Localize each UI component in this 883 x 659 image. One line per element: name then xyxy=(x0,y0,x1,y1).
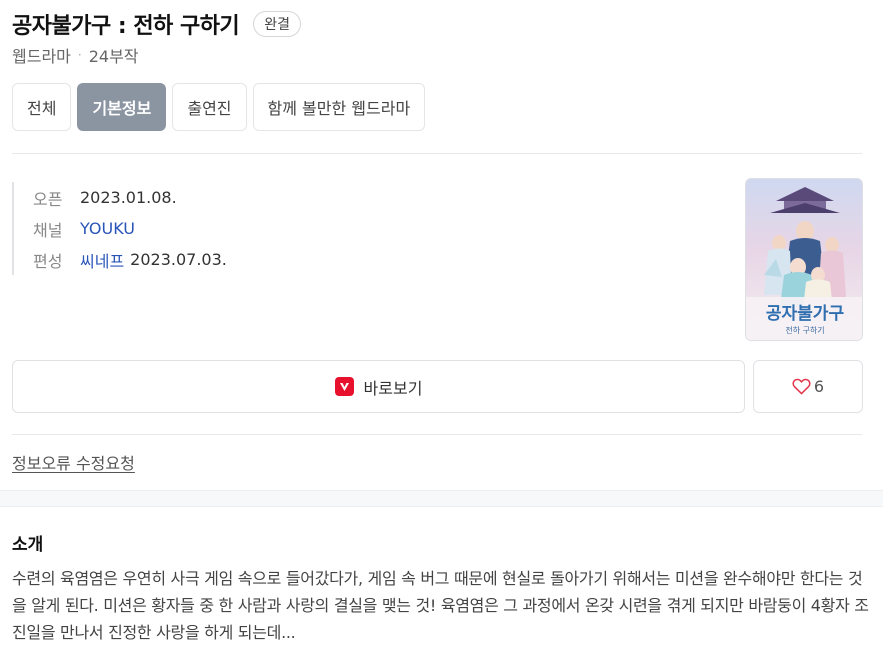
heart-icon xyxy=(792,378,811,395)
report-error-link[interactable]: 정보오류 수정요청 xyxy=(12,450,135,474)
page-title: 공자불가구 : 전하 구하기 xyxy=(12,14,240,39)
like-count: 6 xyxy=(813,377,825,396)
watch-button[interactable]: 바로보기 xyxy=(12,360,745,413)
intro-text: 수련의 육염염은 우연히 사극 게임 속으로 들어갔다가, 게임 속 버그 때문… xyxy=(12,569,869,642)
header: 공자불가구 : 전하 구하기 완결 웹드라마 · 24부작 xyxy=(12,8,872,67)
genre-label: 웹드라마 xyxy=(12,47,71,66)
divider xyxy=(12,153,862,154)
info-key: 오픈 xyxy=(33,189,63,209)
meta-separator: · xyxy=(77,48,82,62)
info-key: 채널 xyxy=(33,220,63,240)
tab-all[interactable]: 전체 xyxy=(12,83,72,131)
poster-subtitle: 전하 구하기 xyxy=(785,325,824,335)
section-separator xyxy=(0,490,883,507)
open-date: 2023.01.08. xyxy=(80,188,177,207)
intro-heading: 소개 xyxy=(12,535,44,555)
programming-date: 2023.07.03. xyxy=(130,250,227,269)
status-badge: 완결 xyxy=(253,11,301,37)
poster-artwork: 공자불가구 전하 구하기 xyxy=(746,179,862,340)
watch-label: 바로보기 xyxy=(363,378,423,398)
meta-row: 웹드라마 · 24부작 xyxy=(12,43,872,67)
info-row-channel: 채널 YOUKU xyxy=(33,213,227,244)
tving-app-icon xyxy=(334,377,354,396)
channel-link[interactable]: YOUKU xyxy=(80,219,135,238)
tab-recommended[interactable]: 함께 볼만한 웹드라마 xyxy=(252,83,426,131)
tab-basic-info[interactable]: 기본정보 xyxy=(77,83,167,131)
divider xyxy=(12,434,862,435)
info-row-open: 오픈 2023.01.08. xyxy=(33,182,227,213)
title-row: 공자불가구 : 전하 구하기 완결 xyxy=(12,8,872,40)
tab-cast[interactable]: 출연진 xyxy=(172,83,247,131)
info-key: 편성 xyxy=(33,251,63,271)
programming-link[interactable]: 씨네프 xyxy=(80,248,124,272)
tab-bar: 전체 기본정보 출연진 함께 볼만한 웹드라마 xyxy=(12,83,426,131)
info-row-programming: 편성 씨네프 2023.07.03. xyxy=(33,244,227,275)
poster-title: 공자불가구 xyxy=(766,304,845,324)
info-list: 오픈 2023.01.08. 채널 YOUKU 편성 씨네프 2023.07.0… xyxy=(12,182,227,275)
episode-count: 24부작 xyxy=(88,47,139,66)
like-button[interactable]: 6 xyxy=(753,360,863,413)
poster-image[interactable]: 공자불가구 전하 구하기 xyxy=(745,178,863,341)
